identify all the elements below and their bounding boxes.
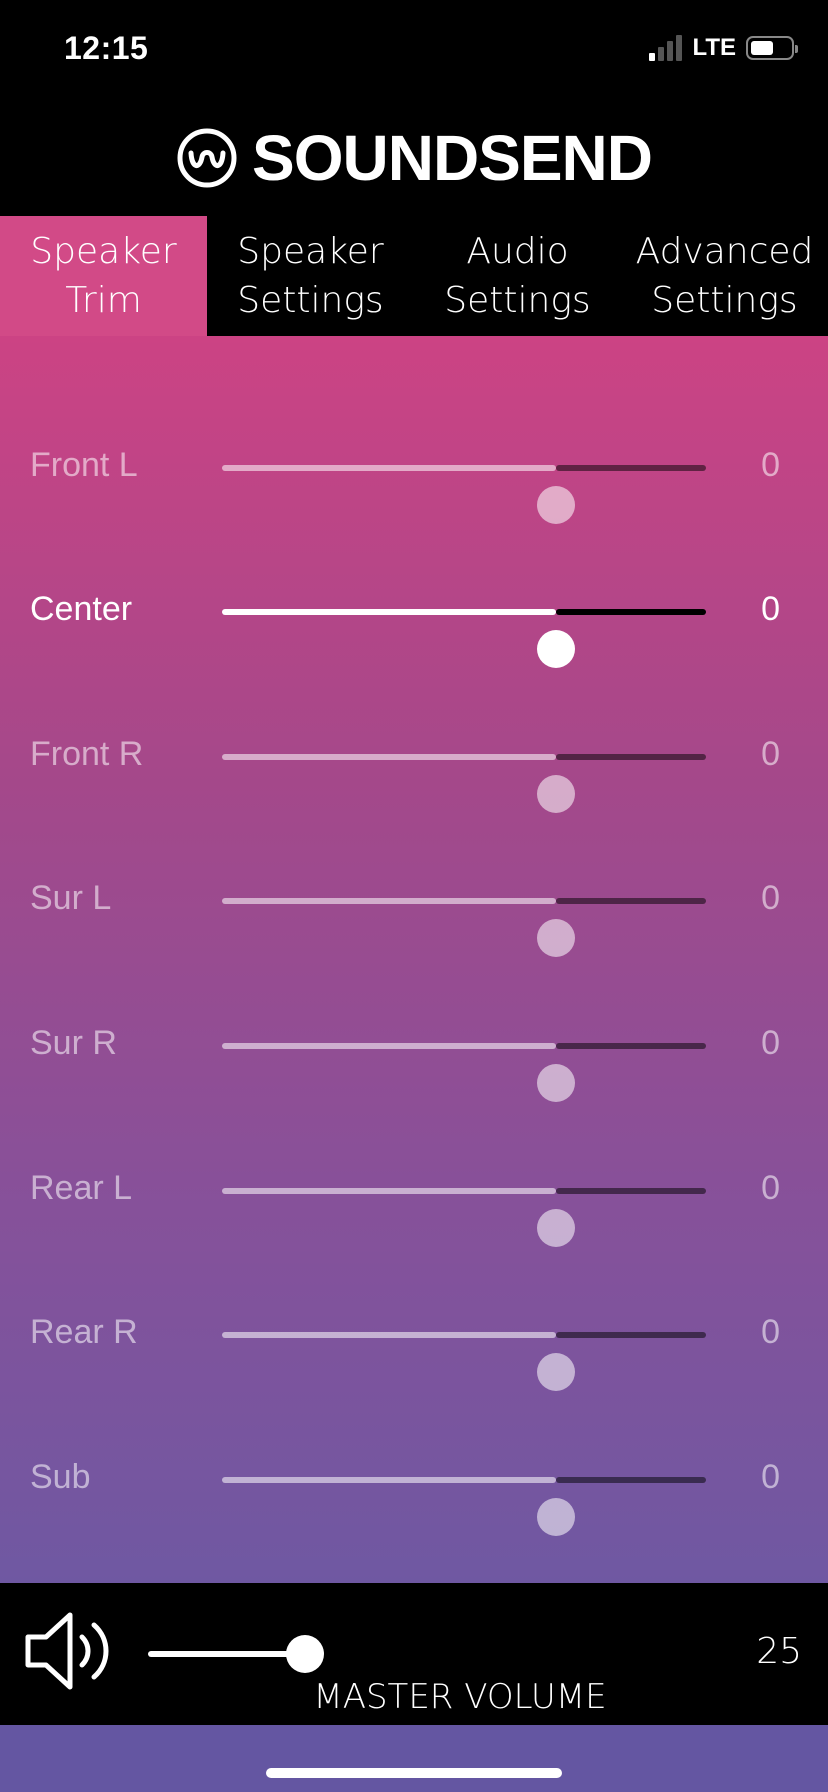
- slider-thumb[interactable]: [536, 1064, 575, 1102]
- master-volume-bar: 25 MASTER VOLUME: [0, 1583, 828, 1725]
- slider-thumb[interactable]: [536, 775, 575, 813]
- master-volume-label: MASTER VOLUME: [313, 1677, 607, 1717]
- trim-value: 0: [761, 446, 780, 484]
- slider-thumb[interactable]: [536, 486, 575, 524]
- status-indicators: LTE: [649, 34, 798, 62]
- trim-row-sur-l: Sur L 0: [0, 861, 828, 957]
- trim-slider[interactable]: [222, 609, 706, 668]
- app-logo-text: SOUNDSEND: [252, 122, 653, 194]
- trim-value: 0: [761, 735, 780, 773]
- slider-thumb[interactable]: [536, 1353, 575, 1391]
- battery-icon: [746, 36, 798, 60]
- trim-value: 0: [761, 1458, 780, 1496]
- trim-label: Front L: [30, 446, 138, 484]
- trim-value: 0: [761, 1313, 780, 1351]
- trim-label: Sur L: [30, 879, 112, 917]
- trim-label: Sur R: [30, 1024, 117, 1062]
- slider-thumb[interactable]: [536, 630, 575, 668]
- tab-label: Audio Settings: [444, 231, 591, 321]
- trim-row-front-l: Front L 0: [0, 428, 828, 524]
- trim-row-sub: Sub 0: [0, 1440, 828, 1536]
- trim-label: Rear R: [30, 1313, 138, 1351]
- slider-thumb[interactable]: [536, 1498, 575, 1536]
- status-time: 12:15: [64, 30, 149, 66]
- trim-row-center: Center 0: [0, 572, 828, 668]
- home-indicator-area: [0, 1725, 828, 1792]
- home-indicator[interactable]: [266, 1768, 562, 1778]
- network-type: LTE: [692, 34, 736, 61]
- signal-strength-icon: [649, 35, 683, 61]
- trim-label: Sub: [30, 1458, 91, 1496]
- trim-label: Center: [30, 590, 133, 628]
- trim-value: 0: [761, 590, 780, 628]
- tab-speaker-trim[interactable]: Speaker Trim: [0, 216, 207, 336]
- trim-slider[interactable]: [222, 1043, 706, 1102]
- trim-slider[interactable]: [222, 1188, 706, 1247]
- tab-label: Advanced Settings: [635, 231, 814, 321]
- trim-slider[interactable]: [222, 754, 706, 813]
- trim-slider[interactable]: [222, 1477, 706, 1536]
- trim-row-front-r: Front R 0: [0, 717, 828, 813]
- tab-advanced-settings[interactable]: Advanced Settings: [621, 216, 828, 336]
- trim-value: 0: [761, 1169, 780, 1207]
- trim-value: 0: [761, 879, 780, 917]
- trim-slider[interactable]: [222, 1332, 706, 1391]
- trim-slider[interactable]: [222, 465, 706, 524]
- status-bar: 12:15 LTE: [0, 0, 828, 100]
- trim-label: Rear L: [30, 1169, 133, 1207]
- speaker-trim-panel: Front L 0 Center 0 Front R 0 Sur L 0 Sur…: [0, 336, 828, 1583]
- tab-label: Speaker Trim: [30, 231, 177, 321]
- trim-row-sur-r: Sur R 0: [0, 1006, 828, 1102]
- app-logo: SOUNDSEND: [0, 100, 828, 216]
- trim-value: 0: [761, 1024, 780, 1062]
- slider-thumb[interactable]: [536, 1209, 575, 1247]
- slider-thumb[interactable]: [536, 919, 575, 957]
- tab-bar: Speaker Trim Speaker Settings Audio Sett…: [0, 216, 828, 336]
- tab-audio-settings[interactable]: Audio Settings: [414, 216, 621, 336]
- tab-label: Speaker Settings: [237, 231, 384, 321]
- trim-row-rear-l: Rear L 0: [0, 1151, 828, 1247]
- trim-label: Front R: [30, 735, 144, 773]
- trim-slider[interactable]: [222, 898, 706, 957]
- wave-circle-icon: [177, 128, 237, 188]
- trim-row-rear-r: Rear R 0: [0, 1295, 828, 1391]
- tab-speaker-settings[interactable]: Speaker Settings: [207, 216, 414, 336]
